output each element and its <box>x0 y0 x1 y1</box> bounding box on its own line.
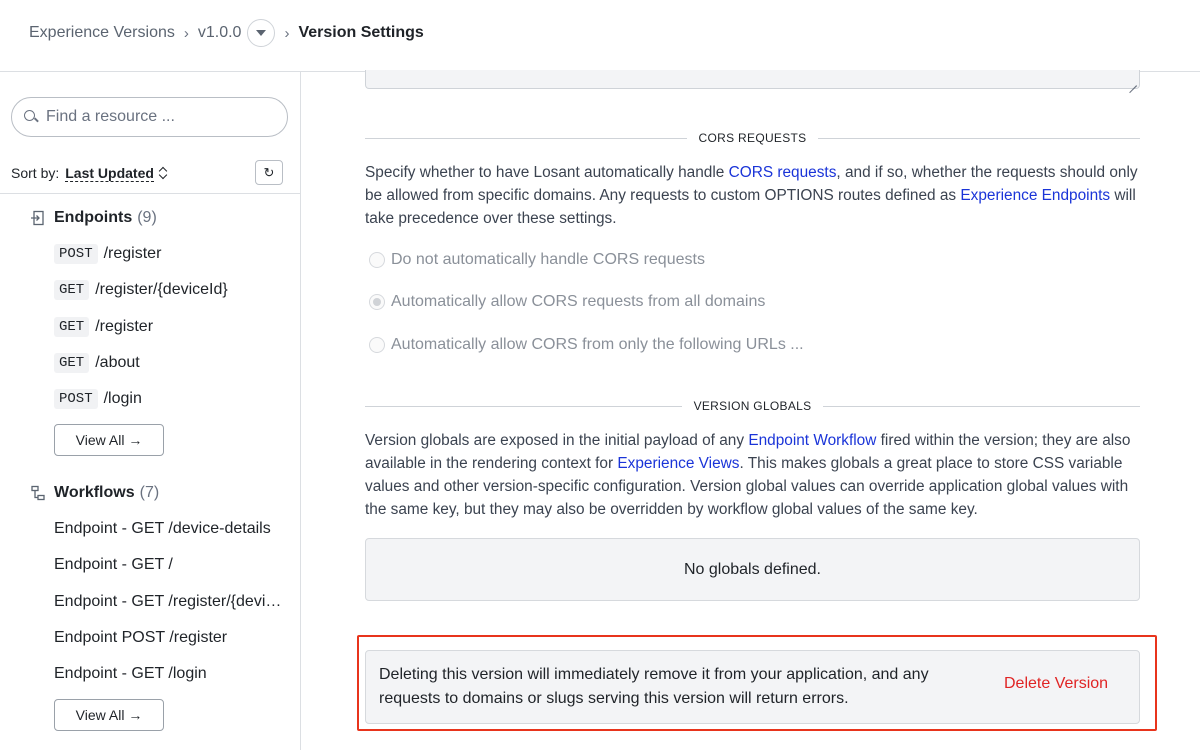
workflow-icon <box>31 485 45 501</box>
http-method: GET <box>54 353 90 373</box>
workflows-count: (7) <box>139 484 160 501</box>
endpoint-path: /register/{deviceId} <box>95 281 228 298</box>
refresh-button[interactable]: ↻ <box>255 160 283 185</box>
experience-views-link[interactable]: Experience Views <box>617 455 739 472</box>
workflow-item[interactable]: Endpoint - GET /register/{deviceId} <box>54 590 286 614</box>
refresh-icon: ↻ <box>263 164 275 180</box>
cors-option-all-domains[interactable]: Automatically allow CORS requests from a… <box>369 291 765 313</box>
endpoint-item[interactable]: POST /login <box>54 387 142 411</box>
description-textarea[interactable] <box>365 70 1140 89</box>
search-input[interactable] <box>46 108 266 126</box>
divider <box>0 193 300 194</box>
delete-warning-text: Deleting this version will immediately r… <box>379 666 929 707</box>
endpoint-path: /register <box>103 245 162 262</box>
resize-grip-icon[interactable] <box>1129 78 1137 86</box>
page-title: Version Settings <box>298 24 424 41</box>
http-method: GET <box>54 280 90 300</box>
radio-icon[interactable] <box>369 252 385 268</box>
top-header: Experience Versions › v1.0.0 › Version S… <box>0 0 1200 72</box>
delete-version-button[interactable]: Delete Version <box>1004 675 1108 693</box>
cors-option-specific-urls[interactable]: Automatically allow CORS from only the f… <box>369 334 804 356</box>
endpoint-path: /login <box>103 390 142 407</box>
sort-label: Sort by: <box>11 165 60 181</box>
workflow-item[interactable]: Endpoint - GET /device-details <box>54 517 286 541</box>
breadcrumb: Experience Versions › v1.0.0 › Version S… <box>29 19 424 47</box>
chevron-right-icon: › <box>183 24 189 42</box>
workflow-item[interactable]: Endpoint POST /register <box>54 626 286 650</box>
http-method: POST <box>54 244 98 264</box>
endpoint-workflow-link[interactable]: Endpoint Workflow <box>748 432 876 449</box>
globals-empty-state: No globals defined. <box>365 538 1140 601</box>
endpoint-path: /register <box>95 318 154 335</box>
cors-requests-link[interactable]: CORS requests <box>729 164 837 181</box>
endpoint-item[interactable]: GET /about <box>54 351 140 375</box>
sort-row: Sort by: Last Updated ↻ <box>11 160 283 186</box>
endpoints-view-all-button[interactable]: View All → <box>54 424 164 456</box>
cors-heading: CORS REQUESTS <box>698 131 807 145</box>
resource-search[interactable] <box>11 97 288 137</box>
breadcrumb-version[interactable]: v1.0.0 <box>198 24 242 42</box>
breadcrumb-experience-versions[interactable]: Experience Versions <box>29 24 175 42</box>
endpoint-item[interactable]: GET /register/{deviceId} <box>54 278 228 302</box>
search-icon <box>24 110 38 124</box>
workflows-group-header[interactable]: Workflows (7) <box>30 481 159 505</box>
cors-section-heading: CORS REQUESTS <box>365 129 1141 147</box>
globals-heading: VERSION GLOBALS <box>693 399 812 413</box>
cors-description: Specify whether to have Losant automatic… <box>365 164 1138 227</box>
caret-down-icon <box>256 30 267 36</box>
endpoint-path: /about <box>95 354 140 371</box>
workflows-view-all-button[interactable]: View All → <box>54 699 164 731</box>
sort-select[interactable]: Last Updated <box>65 165 154 182</box>
version-settings-main: CORS REQUESTS Specify whether to have Lo… <box>301 70 1200 750</box>
endpoints-group-header[interactable]: Endpoints (9) <box>30 206 157 230</box>
experience-endpoints-link[interactable]: Experience Endpoints <box>960 187 1110 204</box>
http-method: GET <box>54 317 90 337</box>
http-method: POST <box>54 389 98 409</box>
workflow-item[interactable]: Endpoint - GET /login <box>54 662 286 686</box>
delete-version-panel: Deleting this version will immediately r… <box>365 650 1140 724</box>
radio-checked-icon[interactable] <box>369 294 385 310</box>
cors-option-none[interactable]: Do not automatically handle CORS request… <box>369 249 705 271</box>
chevron-right-icon: › <box>284 24 290 42</box>
endpoint-icon <box>31 210 44 226</box>
radio-icon[interactable] <box>369 337 385 353</box>
endpoints-title: Endpoints <box>54 209 133 226</box>
resource-sidebar: Sort by: Last Updated ↻ Endpoints (9) PO… <box>0 72 301 750</box>
version-dropdown-button[interactable] <box>247 19 276 47</box>
sort-order-icon[interactable] <box>158 165 168 181</box>
endpoint-item[interactable]: GET /register <box>54 315 153 339</box>
workflows-title: Workflows <box>54 484 135 501</box>
endpoint-item[interactable]: POST /register <box>54 242 161 266</box>
workflow-item[interactable]: Endpoint - GET / <box>54 553 286 577</box>
globals-section-heading: VERSION GLOBALS <box>365 397 1140 415</box>
globals-description: Version globals are exposed in the initi… <box>365 432 1131 518</box>
endpoints-count: (9) <box>137 209 157 226</box>
